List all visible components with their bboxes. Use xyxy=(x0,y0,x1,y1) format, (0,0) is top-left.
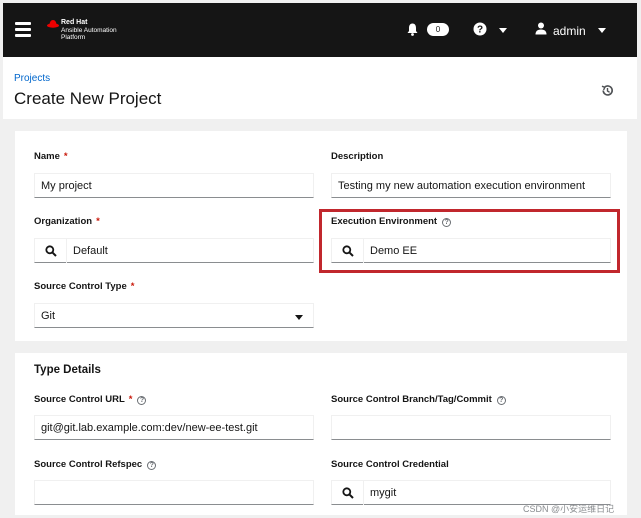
scm-credential-value[interactable]: mygit xyxy=(370,487,396,499)
username[interactable]: admin xyxy=(553,24,586,38)
hamburger-menu-icon[interactable] xyxy=(15,22,31,37)
organization-search-button[interactable] xyxy=(35,239,67,263)
organization-label: Organization * xyxy=(34,216,100,227)
page-title: Create New Project xyxy=(14,89,162,108)
section-separator xyxy=(15,341,627,353)
scm-refspec-help-icon[interactable]: ? xyxy=(147,461,157,470)
search-icon xyxy=(342,487,354,499)
logo-line-1: Ansible Automation xyxy=(61,26,117,34)
top-navigation: Red Hat Ansible Automation Platform 0 ? … xyxy=(3,3,637,57)
watermark: CSDN @小安运维日记 xyxy=(523,504,615,514)
organization-value[interactable]: Default xyxy=(73,245,108,257)
scm-url-label: Source Control URL *? xyxy=(34,394,147,405)
notification-bell-icon[interactable] xyxy=(407,23,418,36)
history-icon[interactable] xyxy=(601,84,614,97)
source-control-type-select[interactable]: Git xyxy=(34,303,314,328)
scm-credential-search-button[interactable] xyxy=(332,481,364,505)
user-icon[interactable] xyxy=(535,22,547,35)
scm-url-help-icon[interactable]: ? xyxy=(137,396,147,405)
scm-refspec-input[interactable] xyxy=(34,480,314,505)
name-input[interactable]: My project xyxy=(34,173,314,198)
platform-logo[interactable]: Red Hat Ansible Automation Platform xyxy=(47,17,137,45)
scm-branch-help-icon[interactable]: ? xyxy=(496,396,506,405)
search-icon xyxy=(45,245,57,257)
name-label: Name * xyxy=(34,151,68,162)
organization-lookup: Default xyxy=(34,238,314,263)
scm-refspec-label: Source Control Refspec? xyxy=(34,459,157,470)
scm-url-input[interactable]: git@git.lab.example.com:dev/new-ee-test.… xyxy=(34,415,314,440)
type-details-heading: Type Details xyxy=(34,364,101,376)
scm-credential-label: Source Control Credential xyxy=(331,459,449,470)
scm-branch-input[interactable] xyxy=(331,415,611,440)
help-icon[interactable]: ? xyxy=(473,22,487,36)
description-input[interactable]: Testing my new automation execution envi… xyxy=(331,173,611,198)
page-header: Projects Create New Project xyxy=(3,57,637,119)
app-frame: Red Hat Ansible Automation Platform 0 ? … xyxy=(3,3,637,515)
description-label: Description xyxy=(331,151,384,162)
svg-text:?: ? xyxy=(477,25,483,36)
logo-line-2: Platform xyxy=(61,34,86,41)
logo-brand: Red Hat xyxy=(61,19,88,26)
source-control-type-value: Git xyxy=(41,310,56,322)
notification-count-badge[interactable]: 0 xyxy=(427,23,449,36)
breadcrumb-projects[interactable]: Projects xyxy=(14,73,50,84)
scm-branch-label: Source Control Branch/Tag/Commit? xyxy=(331,394,506,405)
source-control-type-label: Source Control Type * xyxy=(34,281,135,292)
caret-down-icon xyxy=(295,315,303,320)
red-hat-logo-icon xyxy=(47,20,59,28)
logo-text: Red Hat Ansible Automation Platform xyxy=(61,19,117,42)
execution-environment-highlight-box xyxy=(319,209,620,273)
help-chevron-down-icon[interactable] xyxy=(499,28,507,33)
user-chevron-down-icon[interactable] xyxy=(598,28,606,33)
